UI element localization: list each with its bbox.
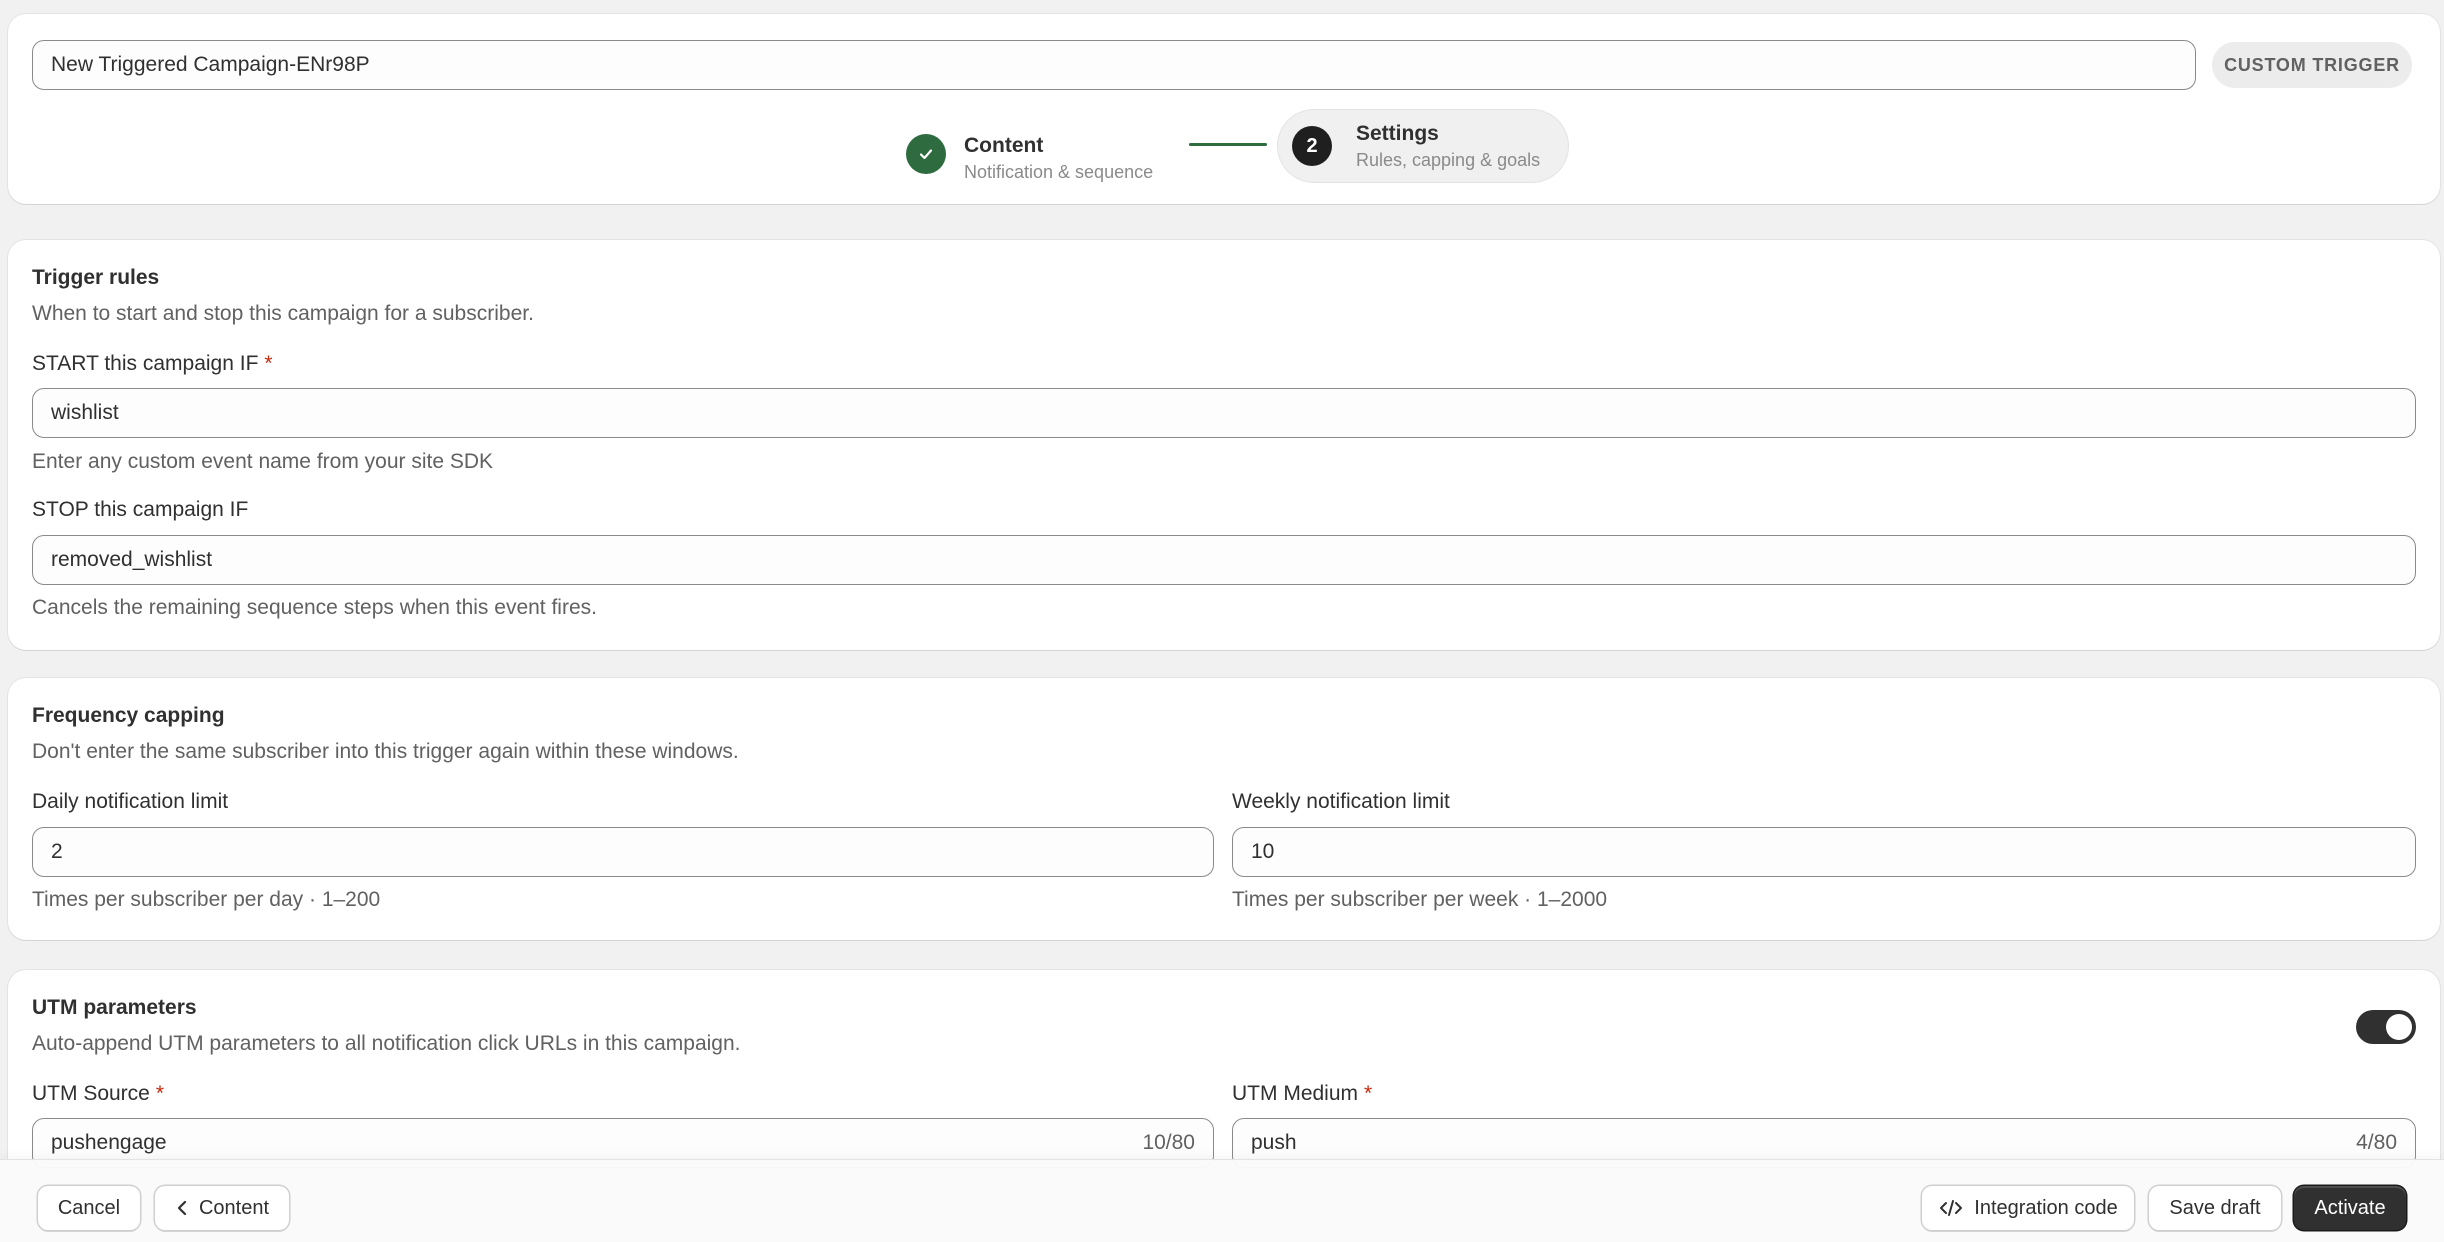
weekly-limit-hint: Times per subscriber per week · 1–2000 xyxy=(1232,888,1608,911)
utm-parameters-subtitle: Auto-append UTM parameters to all notifi… xyxy=(32,1032,741,1055)
step-content-title: Content xyxy=(964,134,1044,157)
required-asterisk: * xyxy=(1364,1082,1373,1105)
campaign-name-input[interactable]: New Triggered Campaign-ENr98P xyxy=(32,40,2196,90)
start-condition-label: START this campaign IF * xyxy=(32,352,273,376)
save-draft-button[interactable]: Save draft xyxy=(2149,1186,2281,1230)
step-settings-subtitle: Rules, capping & goals xyxy=(1356,150,1541,170)
check-icon xyxy=(906,134,946,174)
utm-source-counter: 10/80 xyxy=(1142,1131,1195,1154)
frequency-capping-subtitle: Don't enter the same subscriber into thi… xyxy=(32,740,739,763)
start-condition-label-text: START this campaign IF xyxy=(32,352,259,375)
stop-condition-label-text: STOP this campaign IF xyxy=(32,498,249,521)
frequency-capping-card: Frequency capping Don't enter the same s… xyxy=(8,678,2440,940)
integration-code-label: Integration code xyxy=(1974,1196,2118,1219)
required-asterisk: * xyxy=(264,352,273,375)
utm-source-value[interactable]: pushengage xyxy=(51,1131,167,1155)
code-icon xyxy=(1938,1198,1964,1218)
utm-medium-label: UTM Medium * xyxy=(1232,1082,1372,1106)
chevron-left-icon xyxy=(175,1199,189,1217)
back-to-content-label: Content xyxy=(198,1196,270,1219)
utm-source-label: UTM Source * xyxy=(32,1082,164,1106)
stop-event-input[interactable]: removed_wishlist xyxy=(32,535,2416,585)
stop-event-hint: Cancels the remaining sequence steps whe… xyxy=(32,596,597,619)
trigger-rules-subtitle: When to start and stop this campaign for… xyxy=(32,302,534,325)
integration-code-button[interactable]: Integration code xyxy=(1922,1186,2134,1230)
activate-button[interactable]: Activate xyxy=(2294,1186,2406,1230)
frequency-capping-title: Frequency capping xyxy=(32,704,225,727)
footer-action-bar: Cancel Content Integration code Save dra… xyxy=(0,1160,2444,1242)
utm-medium-label-text: UTM Medium xyxy=(1232,1082,1359,1105)
campaign-header-card: New Triggered Campaign-ENr98P CUSTOM TRI… xyxy=(8,14,2440,204)
start-event-value[interactable]: wishlist xyxy=(51,401,119,425)
weekly-limit-input[interactable]: 10 xyxy=(1232,827,2416,877)
trigger-rules-card: Trigger rules When to start and stop thi… xyxy=(8,240,2440,650)
utm-toggle[interactable] xyxy=(2356,1010,2416,1044)
utm-parameters-title: UTM parameters xyxy=(32,996,197,1019)
trigger-rules-title: Trigger rules xyxy=(32,266,160,289)
cancel-button[interactable]: Cancel xyxy=(38,1186,140,1230)
daily-limit-hint: Times per subscriber per day · 1–200 xyxy=(32,888,381,911)
step-connector xyxy=(1189,143,1267,146)
daily-limit-input[interactable]: 2 xyxy=(32,827,1214,877)
weekly-limit-value[interactable]: 10 xyxy=(1251,840,1274,864)
activate-label: Activate xyxy=(2314,1196,2386,1219)
daily-limit-label: Daily notification limit xyxy=(32,790,229,813)
step-settings-number: 2 xyxy=(1292,126,1332,166)
back-to-content-button[interactable]: Content xyxy=(155,1186,289,1230)
campaign-type-badge: CUSTOM TRIGGER xyxy=(2212,42,2412,88)
campaign-name-value[interactable]: New Triggered Campaign-ENr98P xyxy=(51,53,370,77)
daily-limit-value[interactable]: 2 xyxy=(51,840,63,864)
utm-medium-counter: 4/80 xyxy=(2356,1131,2397,1154)
step-content[interactable]: Content Notification & sequence xyxy=(898,122,1178,182)
utm-source-label-text: UTM Source xyxy=(32,1082,150,1105)
campaign-type-badge-label: CUSTOM TRIGGER xyxy=(2224,54,2400,75)
stop-event-value[interactable]: removed_wishlist xyxy=(51,548,212,572)
cancel-button-label: Cancel xyxy=(57,1196,121,1219)
step-settings-title: Settings xyxy=(1356,122,1439,145)
stop-condition-label: STOP this campaign IF xyxy=(32,498,248,522)
step-settings[interactable]: 2 Settings Rules, capping & goals xyxy=(1278,110,1568,182)
utm-medium-value[interactable]: push xyxy=(1251,1131,1297,1155)
step-content-subtitle: Notification & sequence xyxy=(964,162,1154,182)
start-event-hint: Enter any custom event name from your si… xyxy=(32,450,494,473)
weekly-limit-label: Weekly notification limit xyxy=(1232,790,1450,813)
save-draft-label: Save draft xyxy=(2169,1196,2261,1219)
utm-toggle-knob xyxy=(2386,1014,2412,1040)
required-asterisk: * xyxy=(155,1082,165,1105)
start-event-input[interactable]: wishlist xyxy=(32,388,2416,438)
